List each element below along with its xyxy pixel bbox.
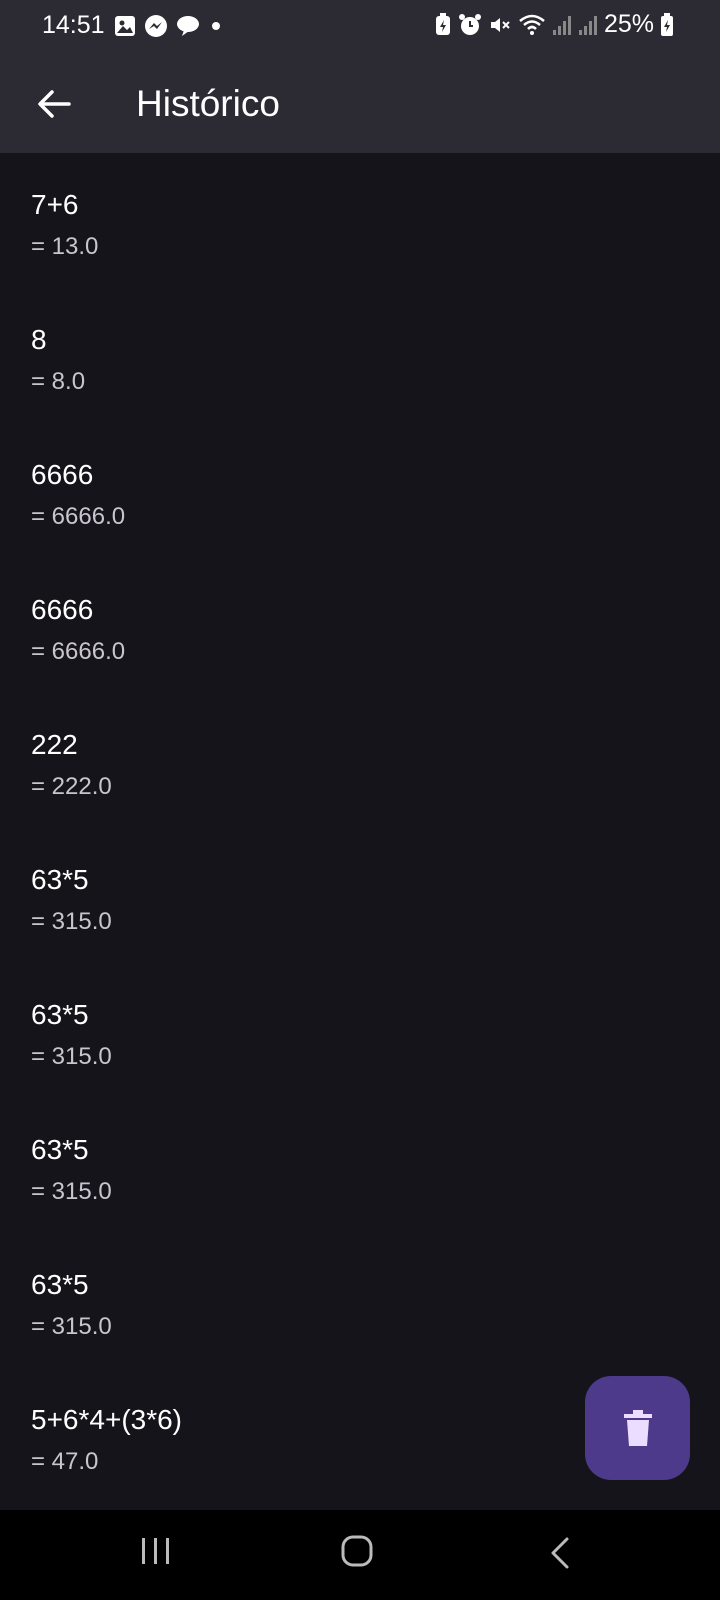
history-item[interactable]: 6666 = 6666.0: [0, 558, 720, 693]
history-result: = 315.0: [31, 1313, 112, 1340]
history-item[interactable]: 6666 = 6666.0: [0, 423, 720, 558]
gallery-icon: [115, 16, 135, 36]
history-result: = 6666.0: [31, 503, 126, 530]
home-button[interactable]: [340, 1534, 374, 1573]
recent-apps-icon: [142, 1538, 169, 1564]
history-item[interactable]: 63*5 = 315.0: [0, 828, 720, 963]
history-result: = 315.0: [31, 1178, 112, 1205]
wifi-icon: [519, 14, 545, 35]
history-result: = 315.0: [31, 908, 112, 935]
history-list: 7+6 = 13.0 8 = 8.0 6666 = 6666.0 6666 = …: [0, 153, 720, 1503]
clear-history-button[interactable]: [585, 1376, 690, 1480]
app-bar: Histórico: [0, 54, 720, 153]
mute-icon: [490, 17, 510, 32]
notification-icons: [114, 14, 224, 38]
history-item[interactable]: 7+6 = 13.0: [0, 153, 720, 288]
battery-percent: 25%: [603, 10, 654, 38]
status-time: 14:51: [42, 11, 105, 39]
history-item[interactable]: 63*5 = 315.0: [0, 1233, 720, 1368]
back-button[interactable]: [26, 78, 82, 130]
history-expression: 63*5: [31, 1269, 89, 1300]
battery-saver-icon: [435, 12, 450, 35]
history-expression: 63*5: [31, 999, 89, 1030]
nav-back-button[interactable]: [548, 1536, 572, 1575]
arrow-back-icon: [38, 90, 71, 118]
history-result: = 8.0: [31, 368, 86, 395]
history-item[interactable]: 8 = 8.0: [0, 288, 720, 423]
messenger-icon: [145, 15, 167, 37]
chat-icon: [177, 16, 199, 36]
history-expression: 7+6: [31, 189, 79, 220]
status-right: 25%: [434, 10, 674, 39]
signal-icon: [552, 15, 571, 35]
back-icon: [551, 1537, 569, 1569]
history-expression: 63*5: [31, 864, 89, 895]
alarm-icon: [458, 13, 481, 35]
history-result: = 6666.0: [31, 638, 126, 665]
history-expression: 6666: [31, 459, 94, 490]
history-expression: 8: [31, 324, 47, 355]
trash-icon: [623, 1410, 652, 1446]
history-expression: 6666: [31, 594, 94, 625]
recent-apps-button[interactable]: [139, 1536, 173, 1571]
system-nav-bar: [0, 1510, 720, 1600]
signal-icon: [578, 15, 597, 35]
history-expression: 63*5: [31, 1134, 89, 1165]
battery-icon: [661, 12, 673, 36]
history-expression: 5+6*4+(3*6): [31, 1404, 183, 1435]
history-result: = 222.0: [31, 773, 112, 800]
dot-icon: [212, 22, 220, 30]
home-icon: [341, 1535, 373, 1567]
history-result: = 47.0: [31, 1448, 99, 1475]
status-bar: 14:51 25%: [0, 0, 720, 54]
page-title: Histórico: [136, 83, 280, 124]
history-expression: 222: [31, 729, 78, 760]
history-result: = 13.0: [31, 233, 99, 260]
history-item[interactable]: 222 = 222.0: [0, 693, 720, 828]
history-result: = 315.0: [31, 1043, 112, 1070]
history-item[interactable]: 63*5 = 315.0: [0, 1098, 720, 1233]
history-item[interactable]: 63*5 = 315.0: [0, 963, 720, 1098]
